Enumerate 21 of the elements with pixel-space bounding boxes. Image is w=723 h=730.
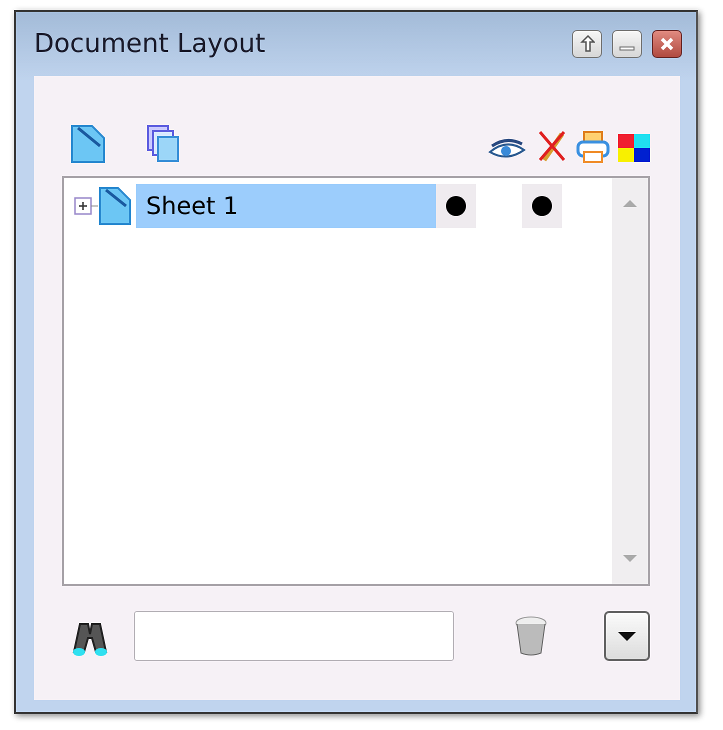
search-field[interactable] [134,611,454,661]
restore-button[interactable] [572,30,602,58]
tree-item[interactable]: Sheet 1 [136,184,436,228]
color-squares-icon[interactable] [618,132,650,164]
page-icon [98,186,132,226]
window-title: Document Layout [34,29,266,59]
minimize-button[interactable] [612,30,642,58]
close-icon [659,36,675,52]
duplicate-page-icon[interactable] [146,124,182,164]
close-button[interactable] [652,30,682,58]
pencil-icon[interactable] [536,128,568,164]
new-page-icon[interactable] [70,124,106,164]
minimize-icon [619,46,635,50]
caret-icon [618,631,636,641]
dropdown-button[interactable] [604,611,650,661]
arrow-icon [579,34,595,54]
expand-icon[interactable] [74,195,98,217]
visible-toggle[interactable] [436,184,476,228]
trash-icon[interactable] [514,615,548,657]
print-toggle[interactable] [522,184,562,228]
printer-icon[interactable] [576,130,610,164]
